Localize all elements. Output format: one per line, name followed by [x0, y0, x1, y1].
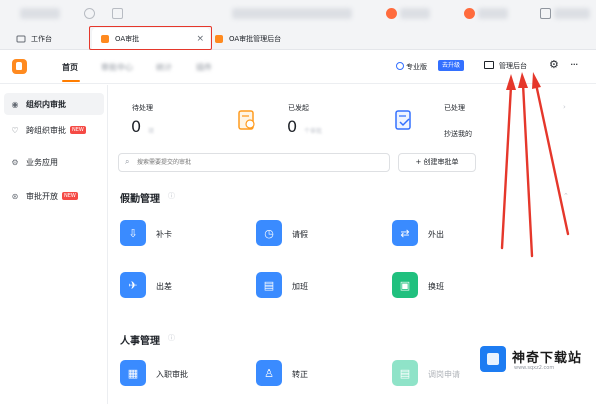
- annotation-arrows: [500, 72, 570, 258]
